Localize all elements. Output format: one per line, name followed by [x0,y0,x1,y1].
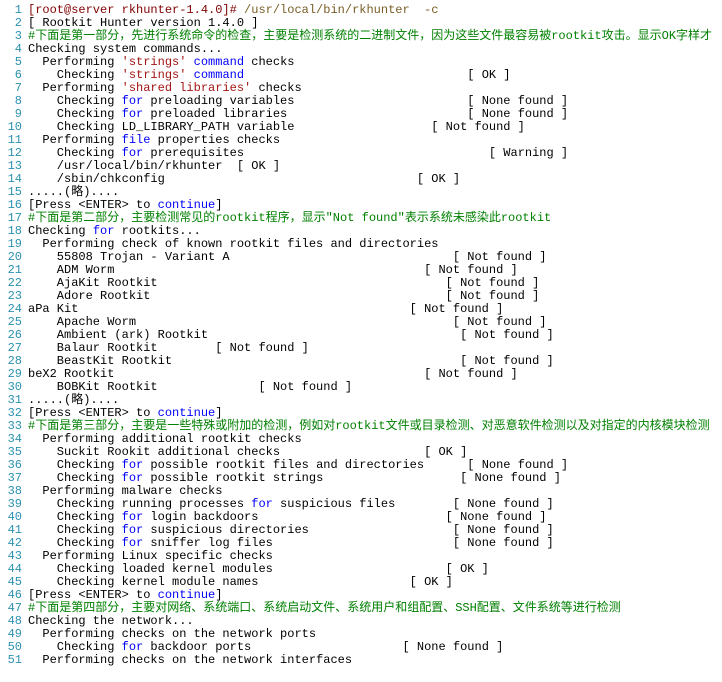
plain-token: Balaur Rootkit [ Not found ] [28,341,309,355]
plain-token: preloaded libraries [ None found ] [143,107,568,121]
comment-token: #下面是第二部分，主要检测常见的rootkit程序，显示"Not found"表… [28,211,551,225]
kw-token: for [93,224,115,238]
plain-token: Checking [28,458,122,472]
str-token: 'shared libraries' [122,81,252,95]
kw-token: for [122,94,144,108]
plain-token: Checking kernel module names [ OK ] [28,575,453,589]
plain-token: Performing [28,133,122,147]
plain-token: Checking [28,510,122,524]
plain-token: BOBKit Rootkit [ Not found ] [28,380,352,394]
plain-token: ] [215,198,222,212]
plain-token: Checking [28,94,122,108]
kw-token: for [122,536,144,550]
plain-token: Performing checks on the network interfa… [28,653,352,667]
kw-token: for [122,471,144,485]
plain-token: preloading variables [ None found ] [143,94,568,108]
plain-token: aPa Kit [ Not found ] [28,302,503,316]
kw-token: for [251,497,273,511]
cmd-token: /usr/local/bin/rkhunter -c [244,3,438,17]
plain-token: Checking [28,536,122,550]
comment-token: #下面是第一部分，先进行系统命令的检查，主要是检测系统的二进制文件，因为这些文件… [28,29,712,43]
plain-token: Performing [28,55,122,69]
line-number-gutter: 1234567891011121314151617181920212223242… [0,0,28,671]
plain-token: /sbin/chkconfig [ OK ] [28,172,460,186]
plain-token: Checking [28,471,122,485]
plain-token: Checking [28,107,122,121]
plain-token: Checking [28,523,122,537]
plain-token: Checking loaded kernel modules [ OK ] [28,562,489,576]
kw-token: for [122,640,144,654]
plain-token: properties checks [150,133,280,147]
plain-token: Apache Worm [ Not found ] [28,315,546,329]
str-token: 'strings' [122,55,187,69]
plain-token: ] [215,588,222,602]
plain-token: [ Rootkit Hunter version 1.4.0 ] [28,16,258,30]
plain-token: checks [244,55,294,69]
plain-token: .....(略).... [28,393,119,407]
plain-token [186,55,193,69]
plain-token: .....(略).... [28,185,119,199]
kw-token: continue [158,588,216,602]
plain-token: Checking [28,68,122,82]
plain-token: Performing Linux specific checks [28,549,273,563]
code-content: [root@server rkhunter-1.4.0]# /usr/local… [28,0,722,671]
plain-token: suspicious files [ None found ] [273,497,554,511]
plain-token: Adore Rootkit [ Not found ] [28,289,539,303]
plain-token: login backdoors [ None found ] [143,510,546,524]
plain-token: Performing checks on the network ports [28,627,316,641]
plain-token: Performing check of known rootkit files … [28,237,438,251]
plain-token: Performing additional rootkit checks [28,432,302,446]
comment-token: #下面是第三部分，主要是一些特殊或附加的检测，例如对rootkit文件或目录检测… [28,419,710,433]
kw-token: file [122,133,151,147]
code-line: Performing checks on the network interfa… [28,654,722,667]
plain-token: Performing malware checks [28,484,222,498]
plain-token: Checking LD_LIBRARY_PATH variable [ Not … [28,120,525,134]
kw-token: for [122,107,144,121]
prompt-token: [root@server rkhunter-1.4.0]# [28,3,244,17]
kw-token: for [122,458,144,472]
plain-token: rootkits... [114,224,200,238]
kw-token: for [122,523,144,537]
plain-token: BeastKit Rootkit [ Not found ] [28,354,554,368]
kw-token: continue [158,406,216,420]
plain-token: checks [251,81,301,95]
plain-token: Checking [28,146,122,160]
plain-token: ] [215,406,222,420]
line-number: 51 [0,654,22,667]
plain-token: possible rootkit strings [ None found ] [143,471,561,485]
plain-token: sniffer log files [ None found ] [143,536,553,550]
plain-token: Checking the network... [28,614,194,628]
plain-token: ADM Worm [ Not found ] [28,263,518,277]
plain-token [186,68,193,82]
plain-token: beX2 Rootkit [ Not found ] [28,367,518,381]
plain-token: Checking running processes [28,497,251,511]
plain-token: [Press <ENTER> to [28,588,158,602]
plain-token: Checking system commands... [28,42,222,56]
plain-token: 55808 Trojan - Variant A [ Not found ] [28,250,546,264]
kw-token: command [194,68,244,82]
plain-token: possible rootkit files and directories [… [143,458,568,472]
plain-token: prerequisites [ Warning ] [143,146,568,160]
plain-token: Checking [28,224,93,238]
plain-token: [ OK ] [244,68,510,82]
plain-token: /usr/local/bin/rkhunter [ OK ] [28,159,280,173]
code-line: BOBKit Rootkit [ Not found ] [28,381,722,394]
plain-token: Suckit Rookit additional checks [ OK ] [28,445,467,459]
kw-token: command [194,55,244,69]
plain-token: Ambient (ark) Rootkit [ Not found ] [28,328,554,342]
plain-token: backdoor ports [ None found ] [143,640,503,654]
comment-token: #下面是第四部分，主要对网络、系统端口、系统启动文件、系统用户和组配置、SSH配… [28,601,621,615]
plain-token: [Press <ENTER> to [28,406,158,420]
kw-token: continue [158,198,216,212]
plain-token: Performing [28,81,122,95]
kw-token: for [122,146,144,160]
code-line: /sbin/chkconfig [ OK ] [28,173,722,186]
plain-token: suspicious directories [ None found ] [143,523,553,537]
plain-token: Checking [28,640,122,654]
plain-token: AjaKit Rootkit [ Not found ] [28,276,539,290]
plain-token: [Press <ENTER> to [28,198,158,212]
str-token: 'strings' [122,68,187,82]
kw-token: for [122,510,144,524]
